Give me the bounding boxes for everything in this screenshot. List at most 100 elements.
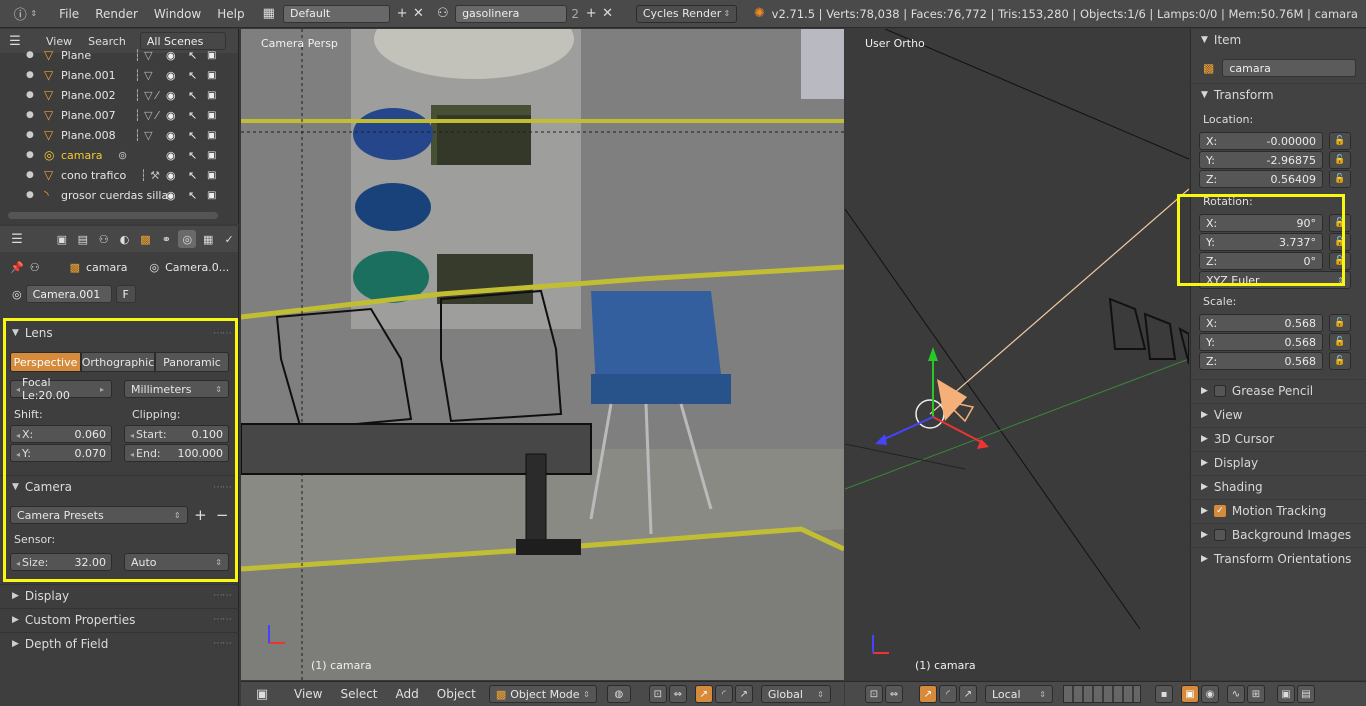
fake-user-button[interactable]: F — [115, 285, 136, 303]
visibility-eye-icon[interactable]: ◉ — [166, 89, 176, 102]
outliner-row[interactable]: ● ◝ grosor cuerdas silla ◉ ↖ ▣ — [0, 185, 238, 205]
manipulator-toggle-icon[interactable]: ⇔ — [885, 685, 903, 703]
pin-icon[interactable]: 📌 — [10, 261, 24, 274]
expand-dot-icon[interactable]: ● — [26, 110, 34, 120]
transform-orientations-panel-header[interactable]: ▶ Transform Orientations — [1191, 547, 1366, 569]
scale-manipulator-icon[interactable]: ↗ — [734, 685, 753, 703]
world-tab-icon[interactable]: ◐ — [116, 230, 134, 248]
visibility-eye-icon[interactable]: ◉ — [166, 149, 176, 162]
scale-x-field[interactable]: X: 0.568 — [1199, 314, 1323, 332]
sensor-fit-select[interactable]: Auto ⇕ — [124, 553, 229, 571]
proportional-edit-icon[interactable]: ◉ — [1201, 685, 1219, 703]
select-cursor-icon[interactable]: ↖ — [188, 169, 197, 182]
increment-arrow-icon[interactable]: ▸ — [100, 385, 104, 394]
view-panel-header[interactable]: ▶ View — [1191, 403, 1366, 425]
custom-properties-panel-header[interactable]: ▶ Custom Properties ⋯⋯ — [0, 608, 239, 630]
rotation-y-field[interactable]: Y: 3.737° — [1199, 233, 1323, 251]
outliner-row[interactable]: ● ▽ Plane.001 ┆ ▽ ◉ ↖ ▣ — [0, 65, 238, 85]
focal-length-field[interactable]: ◂ Focal Le:20.00 ▸ — [10, 376, 112, 402]
lock-icon[interactable]: 🔓 — [1329, 132, 1351, 150]
pivot-point-icon[interactable]: ⊡ — [648, 685, 667, 703]
transform-orientation-select[interactable]: Local ⇕ — [985, 685, 1053, 703]
editor-type-arrow[interactable]: ⇕ — [30, 9, 37, 18]
remove-preset-icon[interactable]: − — [213, 506, 231, 524]
expand-dot-icon[interactable]: ● — [26, 90, 34, 100]
item-panel-header[interactable]: ▼ Item — [1191, 29, 1366, 51]
outliner-scrollbar[interactable] — [8, 212, 218, 219]
3d-view-editor-icon[interactable]: ▣ — [253, 685, 271, 703]
transform-orientation-select[interactable]: Global ⇕ — [760, 685, 831, 703]
scene-tab-icon[interactable]: ⚇ — [95, 230, 113, 248]
motion-tracking-panel-header[interactable]: ▶ ✓ Motion Tracking — [1191, 499, 1366, 521]
decrement-arrow-icon[interactable]: ◂ — [16, 450, 20, 459]
checkbox-icon[interactable] — [1213, 528, 1226, 541]
lens-tab-panoramic[interactable]: Panoramic — [155, 352, 229, 372]
render-camera-icon[interactable]: ▣ — [207, 110, 216, 121]
drag-grip-icon[interactable]: ⋯⋯ — [213, 614, 232, 625]
menu-help[interactable]: Help — [209, 7, 252, 21]
rotation-mode-select[interactable]: XYZ Euler ⇕ — [1199, 271, 1351, 289]
outliner-row-selected[interactable]: ● ◎ camara ⊚ ◉ ↖ ▣ — [0, 145, 238, 165]
properties-editor-icon[interactable]: ☰ — [8, 230, 26, 248]
drag-grip-icon[interactable]: ⋯⋯ — [213, 482, 232, 493]
select-cursor-icon[interactable]: ↖ — [188, 49, 197, 62]
location-z-field[interactable]: Z: 0.56409 — [1199, 170, 1323, 188]
location-x-field[interactable]: X: -0.00000 — [1199, 132, 1323, 150]
render-camera-icon[interactable]: ▣ — [207, 50, 216, 61]
texture-tab-icon[interactable]: ▦ — [199, 230, 217, 248]
lock-icon[interactable]: 🔓 — [1329, 352, 1351, 370]
visibility-eye-icon[interactable]: ◉ — [166, 129, 176, 142]
expand-dot-icon[interactable]: ● — [26, 170, 34, 180]
rotate-manipulator-icon[interactable]: ◜ — [714, 685, 733, 703]
object-tab-icon[interactable]: ▩ — [137, 230, 155, 248]
viewport-user-ortho[interactable]: User Ortho (1) camara — [845, 29, 1189, 680]
lock-icon[interactable]: 🔓 — [1329, 252, 1351, 270]
render-preview-icon[interactable]: ▣ — [1181, 685, 1199, 703]
lens-tab-perspective[interactable]: Perspective — [10, 352, 81, 372]
viewport-camera-persp[interactable]: Camera Persp (1) camara — [241, 29, 844, 680]
camera-datablock-field[interactable]: Camera.001 — [25, 285, 112, 303]
visibility-eye-icon[interactable]: ◉ — [166, 69, 176, 82]
menu-object[interactable]: Object — [428, 687, 485, 701]
render-camera-icon[interactable]: ▣ — [207, 130, 216, 141]
render-layers-tab-icon[interactable]: ▤ — [74, 230, 92, 248]
snap-element-icon[interactable]: ⊞ — [1247, 685, 1265, 703]
scene-field[interactable]: gasolinera — [455, 4, 568, 23]
select-cursor-icon[interactable]: ↖ — [188, 149, 197, 162]
screen-layout-icon[interactable]: ▦ — [261, 5, 277, 23]
render-camera-icon[interactable]: ▣ — [207, 70, 216, 81]
outliner-row[interactable]: ● ▽ cono trafico ┆ ⚒ ◉ ↖ ▣ — [0, 165, 238, 185]
add-preset-icon[interactable]: + — [192, 506, 210, 524]
remove-layout-icon[interactable]: ✕ — [410, 5, 426, 23]
display-panel-header[interactable]: ▶ Display — [1191, 451, 1366, 473]
translate-manipulator-icon[interactable]: ↗ — [919, 685, 937, 703]
translate-manipulator-icon[interactable]: ↗ — [694, 685, 713, 703]
render-opengl-icon[interactable]: ▣ — [1277, 685, 1295, 703]
menu-file[interactable]: File — [51, 7, 87, 21]
visibility-eye-icon[interactable]: ◉ — [166, 109, 176, 122]
clip-start-field[interactable]: ◂ Start: 0.100 — [124, 425, 229, 443]
decrement-arrow-icon[interactable]: ◂ — [130, 450, 134, 459]
3d-cursor-panel-header[interactable]: ▶ 3D Cursor — [1191, 427, 1366, 449]
lens-tab-orthographic[interactable]: Orthographic — [81, 352, 155, 372]
info-icon[interactable]: ⓘ — [12, 5, 28, 23]
datablock-camera-icon[interactable]: ◎ — [12, 288, 22, 301]
pivot-point-icon[interactable]: ⊡ — [865, 685, 883, 703]
expand-dot-icon[interactable]: ● — [26, 130, 34, 140]
shift-y-field[interactable]: ◂ Y: 0.070 — [10, 444, 112, 462]
rotation-z-field[interactable]: Z: 0° — [1199, 252, 1323, 270]
visibility-eye-icon[interactable]: ◉ — [166, 169, 176, 182]
add-scene-icon[interactable]: + — [583, 5, 599, 23]
select-cursor-icon[interactable]: ↖ — [188, 109, 197, 122]
transform-panel-header[interactable]: ▼ Transform — [1191, 83, 1366, 105]
expand-dot-icon[interactable]: ● — [26, 50, 34, 60]
expand-dot-icon[interactable]: ● — [26, 190, 34, 200]
render-engine-select[interactable]: Cycles Render ⇕ — [635, 4, 738, 23]
outliner-row[interactable]: ● ▽ Plane ┆ ▽ ◉ ↖ ▣ — [0, 45, 238, 65]
lock-icon[interactable]: 🔓 — [1329, 170, 1351, 188]
render-camera-icon[interactable]: ▣ — [207, 190, 216, 201]
menu-window[interactable]: Window — [146, 7, 209, 21]
drag-grip-icon[interactable]: ⋯⋯ — [213, 638, 232, 649]
decrement-arrow-icon[interactable]: ◂ — [16, 385, 20, 394]
lock-icon[interactable]: 🔓 — [1329, 314, 1351, 332]
